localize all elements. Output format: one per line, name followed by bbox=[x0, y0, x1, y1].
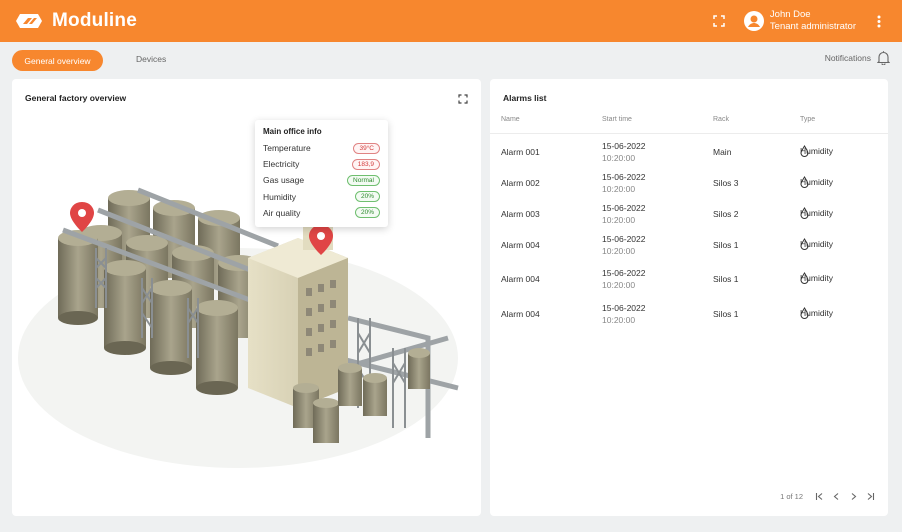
fullscreen-button[interactable] bbox=[710, 12, 728, 30]
factory-illustration bbox=[18, 187, 459, 468]
alarm-date: 15-06-2022 bbox=[602, 234, 646, 244]
alarm-time: 10:20:00 bbox=[602, 315, 636, 325]
alarm-name: Alarm 004 bbox=[501, 309, 540, 319]
next-page-button[interactable] bbox=[849, 492, 858, 501]
notifications-button[interactable]: Notifications bbox=[825, 51, 890, 65]
alarm-name: Alarm 004 bbox=[501, 274, 540, 284]
status-badge: 20% bbox=[354, 191, 380, 203]
alarm-type: Humidity bbox=[800, 207, 833, 219]
alarm-type-label: Humidity bbox=[800, 273, 834, 283]
status-badge: 183,9 bbox=[351, 158, 380, 170]
alarm-time: 10:20:00 bbox=[602, 246, 636, 256]
notifications-label: Notifications bbox=[824, 53, 871, 63]
expand-overview-button[interactable] bbox=[458, 91, 468, 109]
status-badge: 20% bbox=[354, 207, 380, 219]
alarm-rack: Silos 2 bbox=[713, 209, 739, 219]
alarms-table-header: Name Start time Rack Type bbox=[490, 112, 888, 134]
pagination: 1 of 12 bbox=[780, 492, 875, 501]
alarm-rack: Silos 1 bbox=[713, 274, 739, 284]
popup-row: Temperature 39°C bbox=[263, 140, 380, 156]
popup-row: Electricity 183,9 bbox=[263, 156, 380, 172]
alarm-date: 15-06-2022 bbox=[602, 203, 646, 213]
bell-icon bbox=[877, 51, 890, 65]
alarm-type-label: Humidity bbox=[800, 208, 834, 218]
more-vert-icon bbox=[877, 15, 881, 27]
factory-overview-title: General factory overview bbox=[25, 93, 127, 103]
nav-bar: General overview Devices Notifications bbox=[0, 42, 902, 78]
user-role: Tenant administrator bbox=[769, 21, 856, 32]
alarm-date: 15-06-2022 bbox=[602, 303, 646, 313]
alarm-time: 10:20:00 bbox=[602, 184, 636, 194]
user-name: John Doe bbox=[769, 9, 811, 20]
alarm-date: 15-06-2022 bbox=[602, 172, 646, 182]
main-office-info-popup: Main office info Temperature 39°C Electr… bbox=[255, 120, 388, 227]
user-menu[interactable]: John Doe Tenant administrator bbox=[743, 9, 856, 33]
alarm-type-label: Humidity bbox=[800, 177, 834, 187]
alarm-date: 15-06-2022 bbox=[602, 268, 646, 278]
alarm-time: 10:20:00 bbox=[602, 215, 636, 225]
popup-row: Air quality 20% bbox=[263, 205, 380, 221]
column-header-start-time[interactable]: Start time bbox=[602, 116, 632, 123]
page-indicator: 1 of 12 bbox=[780, 492, 803, 501]
popup-row: Gas usage Normal bbox=[263, 172, 380, 188]
alarm-name: Alarm 003 bbox=[501, 209, 540, 219]
first-page-button[interactable] bbox=[815, 492, 824, 501]
column-header-type[interactable]: Type bbox=[800, 116, 815, 123]
popup-title: Main office info bbox=[263, 127, 322, 136]
first-page-icon bbox=[815, 493, 823, 500]
popup-row: Humidity 20% bbox=[263, 189, 380, 205]
more-menu-button[interactable] bbox=[870, 12, 888, 30]
alarm-type-label: Humidity bbox=[800, 239, 834, 249]
fullscreen-icon bbox=[713, 15, 725, 27]
alarm-date: 15-06-2022 bbox=[602, 141, 646, 151]
popup-row-label: Electricity bbox=[263, 159, 300, 170]
alarm-type: Humidity bbox=[800, 272, 833, 284]
account-icon bbox=[743, 11, 764, 31]
alarm-name: Alarm 001 bbox=[501, 147, 540, 157]
popup-row-label: Gas usage bbox=[263, 175, 305, 186]
alarm-rack: Silos 1 bbox=[713, 309, 739, 319]
next-page-icon bbox=[851, 493, 857, 500]
prev-page-button[interactable] bbox=[832, 492, 841, 501]
prev-page-icon bbox=[833, 493, 839, 500]
alarm-type: Humidity bbox=[800, 145, 833, 157]
alarms-card: Alarms list Name Start time Rack Type Al… bbox=[490, 79, 888, 516]
column-header-name[interactable]: Name bbox=[501, 116, 520, 123]
alarm-name: Alarm 002 bbox=[501, 178, 540, 188]
tab-devices[interactable]: Devices bbox=[136, 54, 166, 64]
alarm-time: 10:20:00 bbox=[602, 153, 636, 163]
alarm-type-label: Humidity bbox=[800, 308, 834, 318]
alarms-title: Alarms list bbox=[503, 93, 547, 103]
alarm-time: 10:20:00 bbox=[602, 280, 636, 290]
app-logo[interactable]: Moduline bbox=[14, 10, 137, 32]
last-page-button[interactable] bbox=[866, 492, 875, 501]
app-name: Moduline bbox=[52, 10, 137, 31]
popup-row-label: Humidity bbox=[263, 191, 297, 202]
popup-row-label: Temperature bbox=[263, 143, 311, 154]
last-page-icon bbox=[867, 493, 875, 500]
alarm-rack: Silos 1 bbox=[713, 240, 739, 250]
popup-row-label: Air quality bbox=[263, 207, 301, 218]
alarm-type-label: Humidity bbox=[800, 146, 834, 156]
main-office-building bbox=[248, 220, 348, 408]
status-badge: Normal bbox=[347, 174, 380, 186]
tab-general-overview[interactable]: General overview bbox=[12, 50, 103, 71]
app-header: Moduline John Doe Tenant administrator bbox=[0, 0, 902, 42]
alarm-rack: Silos 3 bbox=[713, 178, 739, 188]
fullscreen-icon bbox=[458, 94, 468, 104]
column-header-rack[interactable]: Rack bbox=[713, 116, 729, 123]
alarm-type: Humidity bbox=[800, 307, 833, 319]
alarm-type: Humidity bbox=[800, 176, 833, 188]
alarm-rack: Main bbox=[713, 147, 732, 157]
status-badge: 39°C bbox=[353, 142, 380, 154]
logo-icon bbox=[16, 14, 42, 28]
alarm-type: Humidity bbox=[800, 238, 833, 250]
alarm-name: Alarm 004 bbox=[501, 240, 540, 250]
